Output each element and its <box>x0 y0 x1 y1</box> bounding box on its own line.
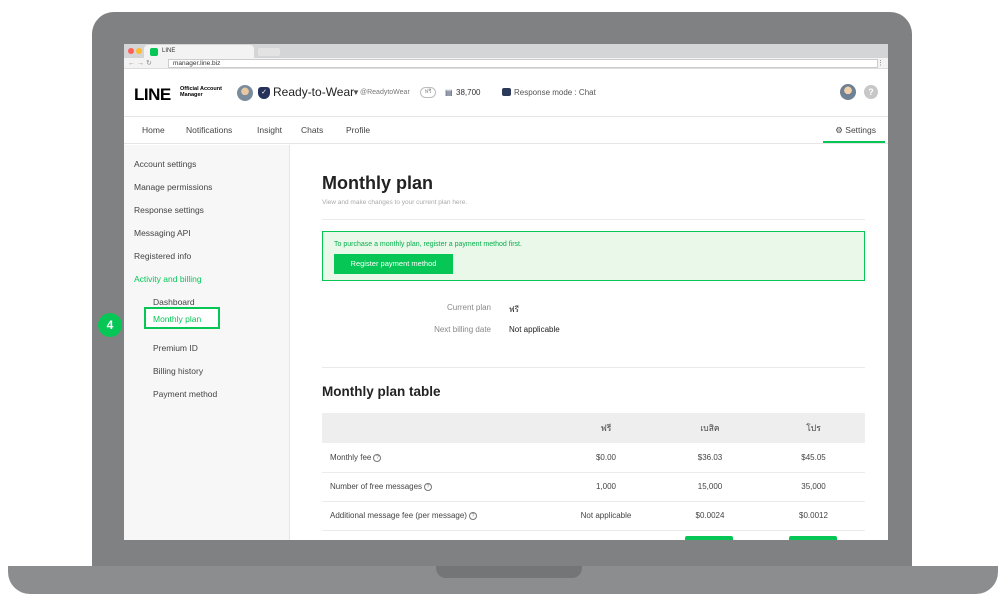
sidebar-item-manage-permissions[interactable]: Manage permissions <box>134 182 212 192</box>
nav-notifications[interactable]: Notifications <box>186 125 232 135</box>
nav-chats[interactable]: Chats <box>301 125 323 135</box>
table-cell: 15,000 <box>658 472 762 502</box>
response-mode-link[interactable]: Response mode : Chat <box>514 88 596 97</box>
table-cell: $45.05 <box>762 443 865 473</box>
payment-alert: To purchase a monthly plan, register a p… <box>322 231 865 281</box>
close-window-icon[interactable] <box>128 48 134 54</box>
plan-table-title: Monthly plan table <box>322 384 441 399</box>
register-payment-button[interactable]: Register payment method <box>334 254 453 274</box>
table-cell: $36.03 <box>658 443 762 473</box>
nav-settings[interactable]: ⚙ Settings <box>835 125 876 136</box>
sidebar-subitem-billing-history[interactable]: Billing history <box>153 366 203 376</box>
sidebar-item-account-settings[interactable]: Account settings <box>134 159 196 169</box>
browser-tab-bar: LINE <box>124 44 888 58</box>
next-billing-label: Next billing date <box>434 325 491 334</box>
table-cell: 1,000 <box>554 472 658 502</box>
table-cell: $0.0024 <box>658 501 762 531</box>
next-billing-value: Not applicable <box>509 325 560 334</box>
main-nav: Home Notifications Insight Chats Profile… <box>124 118 888 144</box>
table-cell: $0.0012 <box>762 501 865 531</box>
chevron-down-icon[interactable]: ▼ <box>352 88 360 97</box>
table-header-row: ฟรี เบสิค โปร <box>322 413 865 443</box>
page-description: View and make changes to your current pl… <box>322 199 468 206</box>
friends-count: 38,700 <box>456 88 481 97</box>
upgrade-button[interactable] <box>685 536 733 540</box>
row-label: Number of free messages <box>330 482 423 491</box>
table-row: Monthly fee? $0.00 $36.03 $45.05 <box>322 443 865 473</box>
divider <box>322 367 865 368</box>
current-plan-value: ฟรี <box>509 305 519 314</box>
nav-profile[interactable]: Profile <box>346 125 370 135</box>
user-avatar[interactable] <box>840 84 856 100</box>
question-icon[interactable]: ? <box>373 453 382 462</box>
step-number-badge: 4 <box>98 313 122 337</box>
browser-nav-icons[interactable]: ←→↻ <box>128 59 154 67</box>
logo-subtitle: Official Account Manager <box>180 86 222 98</box>
line-logo[interactable]: LINE <box>134 85 171 105</box>
address-bar-row: ←→↻ manager.line.biz ⋮ <box>124 58 888 69</box>
sidebar-subitem-payment-method[interactable]: Payment method <box>153 389 217 399</box>
table-cell: Not applicable <box>554 501 658 531</box>
account-avatar <box>237 85 253 101</box>
row-label: Additional message fee (per message) <box>330 511 467 520</box>
question-icon[interactable]: ? <box>468 511 477 520</box>
app-header: LINE Official Account Manager ✓ Ready-to… <box>124 69 888 117</box>
laptop-notch <box>436 566 582 578</box>
nav-settings-label: Settings <box>845 125 876 135</box>
question-icon[interactable]: ? <box>424 482 433 491</box>
new-tab-button[interactable] <box>258 48 280 56</box>
alert-message: To purchase a monthly plan, register a p… <box>334 241 522 248</box>
account-name[interactable]: Ready-to-Wear <box>273 85 354 99</box>
page-title: Monthly plan <box>322 173 433 193</box>
help-icon[interactable]: ? <box>864 85 878 99</box>
nav-home[interactable]: Home <box>142 125 165 135</box>
gear-icon: ⚙ <box>835 125 846 135</box>
divider <box>322 219 865 220</box>
main-content: Monthly plan View and make changes to yo… <box>291 145 888 540</box>
browser-tab-title: LINE <box>162 48 176 54</box>
sidebar-subitem-dashboard[interactable]: Dashboard <box>153 297 195 307</box>
plan-badge: ฟรี <box>420 87 436 98</box>
nav-insight[interactable]: Insight <box>257 125 282 135</box>
table-header-cell: เบสิค <box>658 413 762 443</box>
plan-table: ฟรี เบสิค โปร Monthly fee? $0.00 $36.03 … <box>322 413 865 531</box>
table-row: Number of free messages? 1,000 15,000 35… <box>322 472 865 502</box>
table-header-cell <box>322 413 554 443</box>
sidebar-item-registered-info[interactable]: Registered info <box>134 251 191 261</box>
sidebar: Account settings Manage permissions Resp… <box>124 145 290 540</box>
browser-window: LINE ←→↻ manager.line.biz ⋮ LINE Officia… <box>124 44 888 540</box>
table-header-cell: ฟรี <box>554 413 658 443</box>
account-id: @ReadytoWear <box>360 89 410 96</box>
sidebar-item-response-settings[interactable]: Response settings <box>134 205 204 215</box>
upgrade-button[interactable] <box>789 536 837 540</box>
row-label-cell: Additional message fee (per message)? <box>322 501 554 531</box>
browser-menu-icon[interactable]: ⋮ <box>877 59 884 67</box>
table-cell: $0.00 <box>554 443 658 473</box>
table-header-cell: โปร <box>762 413 865 443</box>
laptop-mockup: LINE ←→↻ manager.line.biz ⋮ LINE Officia… <box>0 0 998 594</box>
table-cell: 35,000 <box>762 472 865 502</box>
current-plan-label: Current plan <box>446 303 491 312</box>
row-label-cell: Monthly fee? <box>322 443 554 473</box>
friends-icon: ▤ <box>445 88 453 97</box>
active-tab-indicator <box>823 141 885 143</box>
sidebar-item-messaging-api[interactable]: Messaging API <box>134 228 191 238</box>
chat-bubble-icon <box>502 88 511 96</box>
browser-tab[interactable]: LINE <box>144 45 254 58</box>
sidebar-subitem-monthly-plan[interactable]: Monthly plan <box>153 314 201 324</box>
sidebar-item-activity-billing[interactable]: Activity and billing <box>134 274 202 284</box>
url-input[interactable]: manager.line.biz <box>168 59 878 68</box>
row-label: Monthly fee <box>330 452 372 462</box>
line-favicon-icon <box>150 48 158 56</box>
sidebar-subitem-premium-id[interactable]: Premium ID <box>153 343 198 353</box>
table-row: Additional message fee (per message)? No… <box>322 501 865 531</box>
row-label-cell: Number of free messages? <box>322 472 554 502</box>
verified-shield-icon: ✓ <box>258 87 270 99</box>
minimize-window-icon[interactable] <box>136 48 142 54</box>
